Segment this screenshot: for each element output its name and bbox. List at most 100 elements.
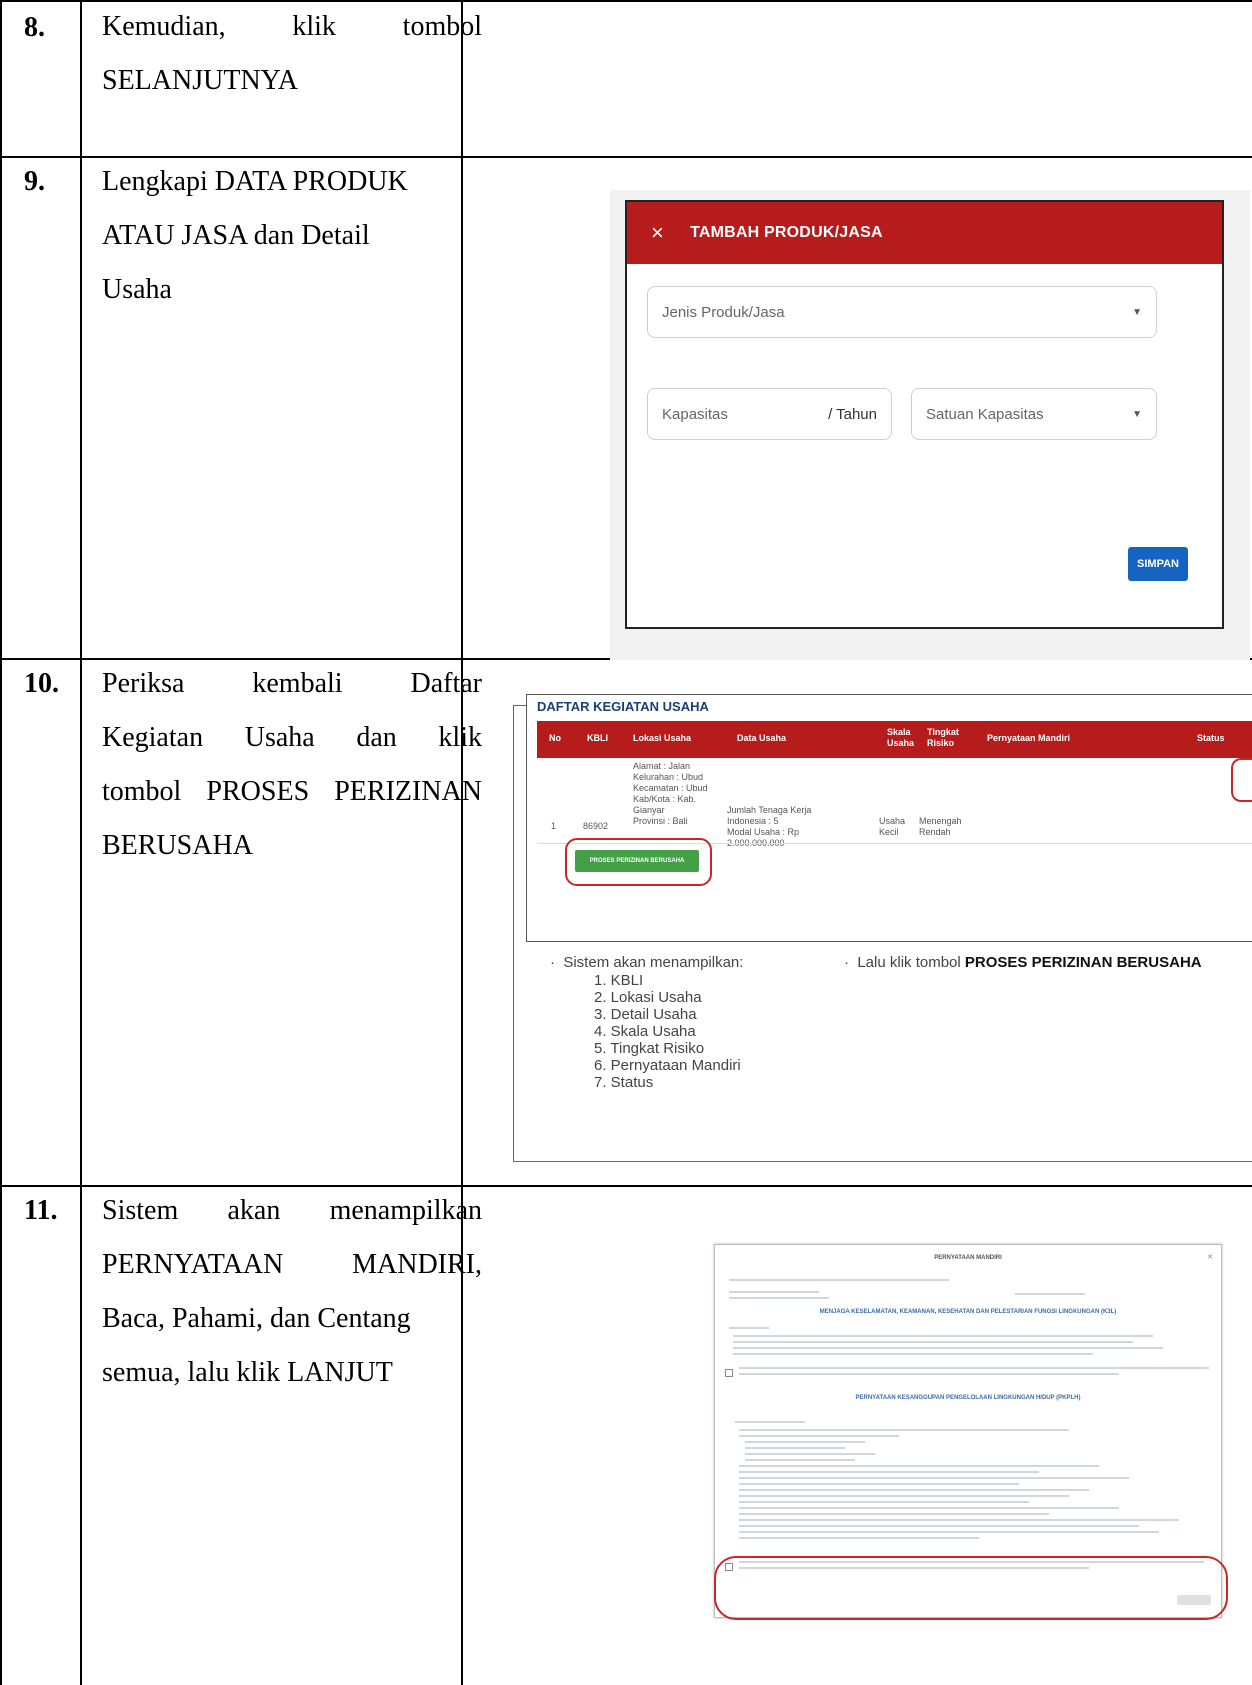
row11-line4: semua, lalu klik LANJUT [102,1357,393,1388]
th-status: Status [1197,733,1225,743]
text-line [739,1477,1129,1479]
text-line [739,1507,1119,1509]
th-risiko: Tingkat Risiko [927,727,959,748]
checkbox-k3l[interactable] [725,1369,733,1377]
text-line [739,1537,979,1539]
text-line [739,1465,1099,1467]
cell-lokasi: Alamat : Jalan Kelurahan : Ubud Kecamata… [633,761,708,827]
risiko-line: Menengah [919,816,962,826]
sistem-item: 7. Status [594,1074,654,1091]
data-usaha-line: Indonesia : 5 [727,816,779,826]
text-line [729,1327,769,1329]
text-line [739,1489,1089,1491]
text-line [729,1297,829,1299]
jenis-produk-select[interactable]: Jenis Produk/Jasa ▼ [647,286,1157,338]
lokasi-line: Alamat : Jalan [633,761,691,771]
risiko-line: Rendah [919,827,951,837]
dialog-title: TAMBAH PRODUK/JASA [690,224,883,241]
lokasi-line: Gianyar [633,805,665,815]
close-icon[interactable]: ✕ [1207,1253,1213,1261]
text-line [739,1519,1179,1521]
daftar-kegiatan-panel: DAFTAR KEGIATAN USAHA No KBLI Lokasi Usa… [526,694,1252,942]
text-line [739,1471,1039,1473]
sistem-item: 4. Skala Usaha [594,1023,696,1040]
data-usaha-line: Jumlah Tenaga Kerja [727,805,812,815]
text-line [745,1441,865,1443]
sistem-item: 6. Pernyataan Mandiri [594,1057,741,1074]
text-line [739,1495,1069,1497]
data-usaha-line: Modal Usaha : Rp [727,827,800,837]
sistem-item: 3. Detail Usaha [594,1006,697,1023]
sistem-item: 5. Tingkat Risiko [594,1040,705,1057]
dialog-header: × TAMBAH PRODUK/JASA [627,202,1222,264]
row11-line2: PERNYATAAN MANDIRI, [102,1249,482,1280]
lokasi-line: Kelurahan : Ubud [633,772,704,782]
cell-risiko: Menengah Rendah [919,816,962,838]
lalu-note: · Lalu klik tombol PROSES PERIZINAN BERU… [844,954,1202,971]
row10-line4: BERUSAHA [102,830,253,861]
text-line [729,1279,949,1281]
text-line [739,1531,1159,1533]
cell-no: 1 [551,821,557,831]
lalu-bold: PROSES PERIZINAN BERUSAHA [964,954,1202,971]
table-border-left [0,0,2,1685]
th-data: Data Usaha [737,733,787,743]
text-line [745,1453,875,1455]
th-pernyataan: Pernyataan Mandiri [987,733,1071,743]
sistem-item: 2. Lokasi Usaha [594,989,702,1006]
cell-kbli: 86902 [583,821,609,831]
sistem-label-text: Sistem akan menampilkan: [563,954,744,971]
pernyataan-title: PERNYATAAN MANDIRI [934,1255,1002,1261]
highlight-status [1231,758,1252,802]
text-line [735,1421,805,1423]
row11-line3: Baca, Pahami, dan Centang [102,1303,411,1334]
row-number-10: 10. [24,668,59,699]
text-line [739,1429,1069,1431]
lokasi-line: Kecamatan : Ubud [633,783,708,793]
kapasitas-suffix: / Tahun [828,405,877,423]
text-line [745,1459,855,1461]
kapasitas-label: Kapasitas [662,405,728,423]
heading-pkplh: PERNYATAAN KESANGGUPAN PENGELOLAAN LINGK… [855,1395,1081,1401]
satuan-kapasitas-label: Satuan Kapasitas [926,405,1044,423]
th-kbli: KBLI [587,733,608,743]
row8-line1: Kemudian, klik tombol [102,11,482,42]
text-line [739,1367,1209,1369]
th-skala: Skala Usaha [887,727,915,748]
sistem-label: · Sistem akan menampilkan: [550,954,743,971]
text-line [739,1513,1049,1515]
kapasitas-input[interactable]: Kapasitas / Tahun [647,388,892,440]
row10-line3: tombol PROSES PERIZINAN [102,776,482,807]
satuan-kapasitas-select[interactable]: Satuan Kapasitas ▼ [911,388,1157,440]
caret-down-icon: ▼ [1132,408,1142,420]
text-line [733,1335,1153,1337]
skala-line: Usaha [879,816,906,826]
row9-line3: Usaha [102,274,172,305]
table-header: No KBLI Lokasi Usaha Data Usaha Skala Us… [537,721,1252,758]
lokasi-line: Kab/Kota : Kab. [633,794,697,804]
th-no: No [549,733,561,743]
simpan-button[interactable]: SIMPAN [1128,547,1188,581]
sistem-item: 1. KBLI [594,972,644,989]
caret-down-icon: ▼ [1132,306,1142,318]
skala-line: Kecil [879,827,899,837]
row-desc-9: Lengkapi DATA PRODUK ATAU JASA dan Detai… [102,155,482,317]
table-border-number-col [80,0,82,1685]
text-line [733,1341,1133,1343]
row8-line2: SELANJUTNYA [102,65,298,96]
bullet: · [550,954,564,971]
th-lokasi: Lokasi Usaha [633,733,692,743]
daftar-kegiatan-screenshot: DAFTAR KEGIATAN USAHA No KBLI Lokasi Usa… [513,694,1252,1162]
row10-line2: Kegiatan Usaha dan klik [102,722,482,753]
row-desc-11: Sistem akan menampilkan PERNYATAAN MANDI… [102,1184,482,1400]
lalu-prefix: Lalu klik tombol [857,954,965,971]
row-number-11: 11. [24,1195,58,1226]
text-line [739,1525,1139,1527]
heading-k3l: MENJAGA KESELAMATAN, KEAMANAN, KESEHATAN… [819,1309,1117,1315]
close-icon[interactable]: × [651,220,664,246]
daftar-kegiatan-title: DAFTAR KEGIATAN USAHA [537,699,709,714]
tambah-produk-dialog: × TAMBAH PRODUK/JASA Jenis Produk/Jasa ▼… [625,200,1224,629]
text-line [733,1353,1093,1355]
text-line [1015,1293,1085,1295]
sistem-list: 1. KBLI 2. Lokasi Usaha 3. Detail Usaha … [594,972,741,1091]
